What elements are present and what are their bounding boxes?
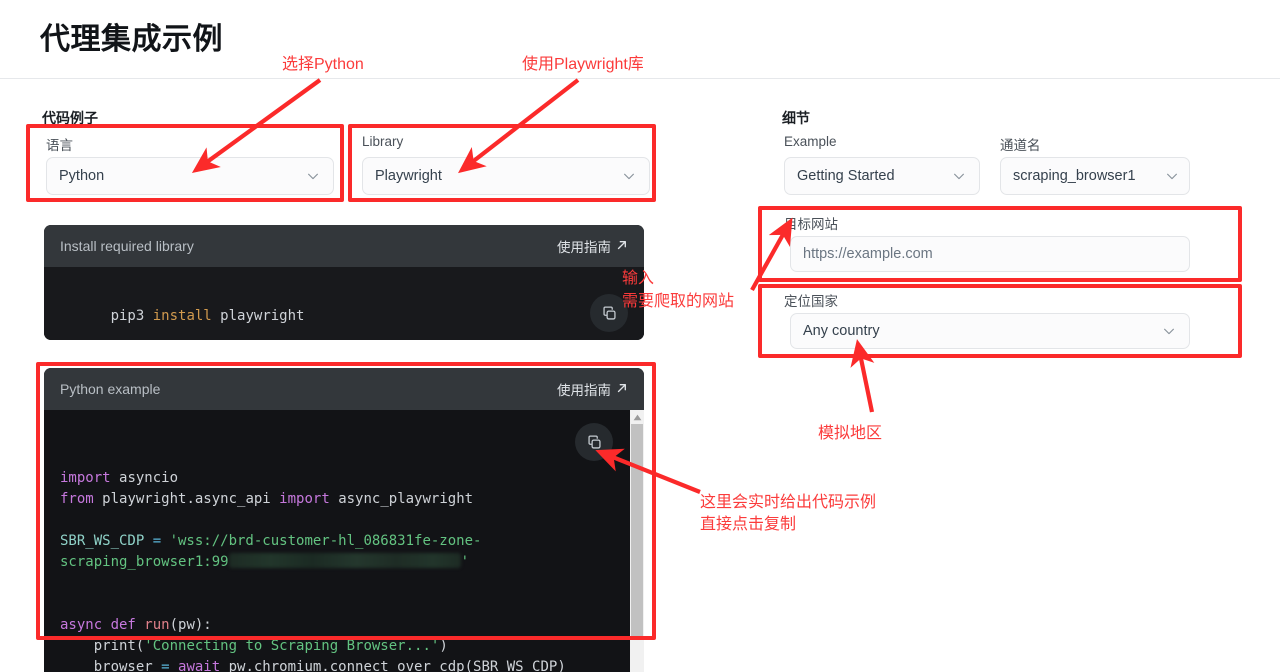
install-code-line: pip3 install playwright (111, 308, 305, 324)
annotation-live-code-line2: 直接点击复制 (700, 516, 797, 533)
zone-select-value: scraping_browser1 (1013, 168, 1136, 184)
code-token: pw.chromium.connect_over_cdp(SBR_WS_CDP) (228, 659, 566, 672)
install-panel-guide-label: 使用指南 (557, 240, 611, 255)
code-token: = (161, 659, 179, 672)
code-token: playwright (220, 308, 305, 324)
python-panel-title: Python example (60, 381, 161, 397)
code-token: async_playwright (338, 491, 474, 507)
country-select[interactable]: Any country (790, 313, 1190, 349)
target-site-field-label: 目标网站 (784, 217, 838, 232)
annotation-enter-site-line2: 需要爬取的网站 (622, 293, 735, 310)
redacted-credential (228, 553, 461, 568)
chevron-down-icon (621, 168, 637, 184)
code-token: import (279, 491, 339, 507)
chevron-down-icon (951, 168, 967, 184)
library-select-value: Playwright (375, 168, 442, 184)
code-token: ' (460, 554, 470, 570)
python-panel-header: Python example 使用指南 (44, 368, 644, 410)
install-code-body: pip3 install playwright (44, 267, 644, 340)
example-select[interactable]: Getting Started (784, 157, 980, 195)
external-link-arrow-icon (616, 382, 628, 397)
code-line: scraping_browser1:99 ' (60, 552, 614, 573)
annotation-live-code-line1: 这里会实时给出代码示例 (700, 494, 877, 511)
example-field-label: Example (784, 134, 837, 149)
language-select[interactable]: Python (46, 157, 334, 195)
scrollbar-thumb[interactable] (631, 424, 643, 636)
install-code-panel: Install required library 使用指南 pip3 insta… (44, 225, 644, 340)
code-token: asyncio (119, 470, 179, 486)
code-line: browser = await pw.chromium.connect_over… (60, 657, 614, 672)
install-panel-title: Install required library (60, 238, 194, 254)
annotation-enter-site-line1: 输入 (622, 270, 655, 287)
triangle-up-icon[interactable] (630, 410, 644, 424)
country-field-label: 定位国家 (784, 294, 838, 309)
example-select-value: Getting Started (797, 168, 895, 184)
library-select[interactable]: Playwright (362, 157, 650, 195)
external-link-arrow-icon (616, 239, 628, 254)
code-token: = (152, 533, 170, 549)
code-token: from (60, 491, 103, 507)
annotation-select-python: 选择Python (282, 56, 364, 73)
code-section-heading: 代码例子 (42, 110, 98, 126)
python-code-body: import asyncio from playwright.async_api … (44, 410, 644, 672)
code-line: import asyncio (60, 468, 614, 489)
code-line: print('Connecting to Scraping Browser...… (60, 636, 614, 657)
details-section-heading: 细节 (782, 110, 810, 126)
target-site-input-value: https://example.com (803, 246, 933, 262)
page-root: 代理集成示例 代码例子 语言 Python Library Playwright… (0, 0, 1280, 672)
annotation-use-playwright: 使用Playwright库 (522, 56, 644, 73)
copy-icon[interactable] (575, 423, 613, 461)
chevron-down-icon (1164, 168, 1180, 184)
python-example-panel: Python example 使用指南 import asyncio from p… (44, 368, 644, 672)
code-token: import (60, 470, 120, 486)
code-token: browser (60, 659, 162, 672)
code-token: SBR_WS_CDP (60, 533, 153, 549)
annotation-simulate-region: 模拟地区 (818, 425, 883, 442)
code-token: ) (439, 638, 448, 654)
country-select-value: Any country (803, 323, 880, 339)
target-site-input[interactable]: https://example.com (790, 236, 1190, 272)
code-token: run (144, 617, 170, 633)
code-scrollbar[interactable] (630, 410, 644, 672)
install-panel-guide-link[interactable]: 使用指南 (557, 236, 628, 256)
python-panel-guide-label: 使用指南 (557, 383, 611, 398)
python-code-lines: import asyncio from playwright.async_api … (60, 468, 614, 672)
code-token: 'Connecting to Scraping Browser...' (144, 638, 440, 654)
zone-field-label: 通道名 (1000, 138, 1041, 153)
install-panel-header: Install required library 使用指南 (44, 225, 644, 267)
code-token: pip3 (110, 308, 153, 324)
language-field-label: 语言 (46, 138, 73, 153)
chevron-down-icon (1161, 323, 1177, 339)
arrow-simulate-region (850, 339, 875, 413)
code-line: from playwright.async_api import async_p… (60, 489, 614, 510)
code-token: print( (60, 638, 145, 654)
code-token: 'wss://brd-customer-hl_086831fe-zone- (169, 533, 482, 549)
language-select-value: Python (59, 168, 105, 184)
code-token: await (178, 659, 229, 672)
code-token: playwright.async_api (102, 491, 280, 507)
code-line: async def run(pw): (60, 615, 614, 636)
page-title: 代理集成示例 (40, 23, 223, 56)
code-token: (pw): (169, 617, 212, 633)
zone-select[interactable]: scraping_browser1 (1000, 157, 1190, 195)
python-panel-guide-link[interactable]: 使用指南 (557, 379, 628, 399)
code-token: scraping_browser1:99 (60, 554, 229, 570)
code-token: install (152, 308, 221, 324)
code-line: SBR_WS_CDP = 'wss://brd-customer-hl_0868… (60, 531, 614, 552)
library-field-label: Library (362, 134, 404, 149)
header-divider (0, 78, 1280, 79)
code-token: async def (60, 617, 145, 633)
chevron-down-icon (305, 168, 321, 184)
